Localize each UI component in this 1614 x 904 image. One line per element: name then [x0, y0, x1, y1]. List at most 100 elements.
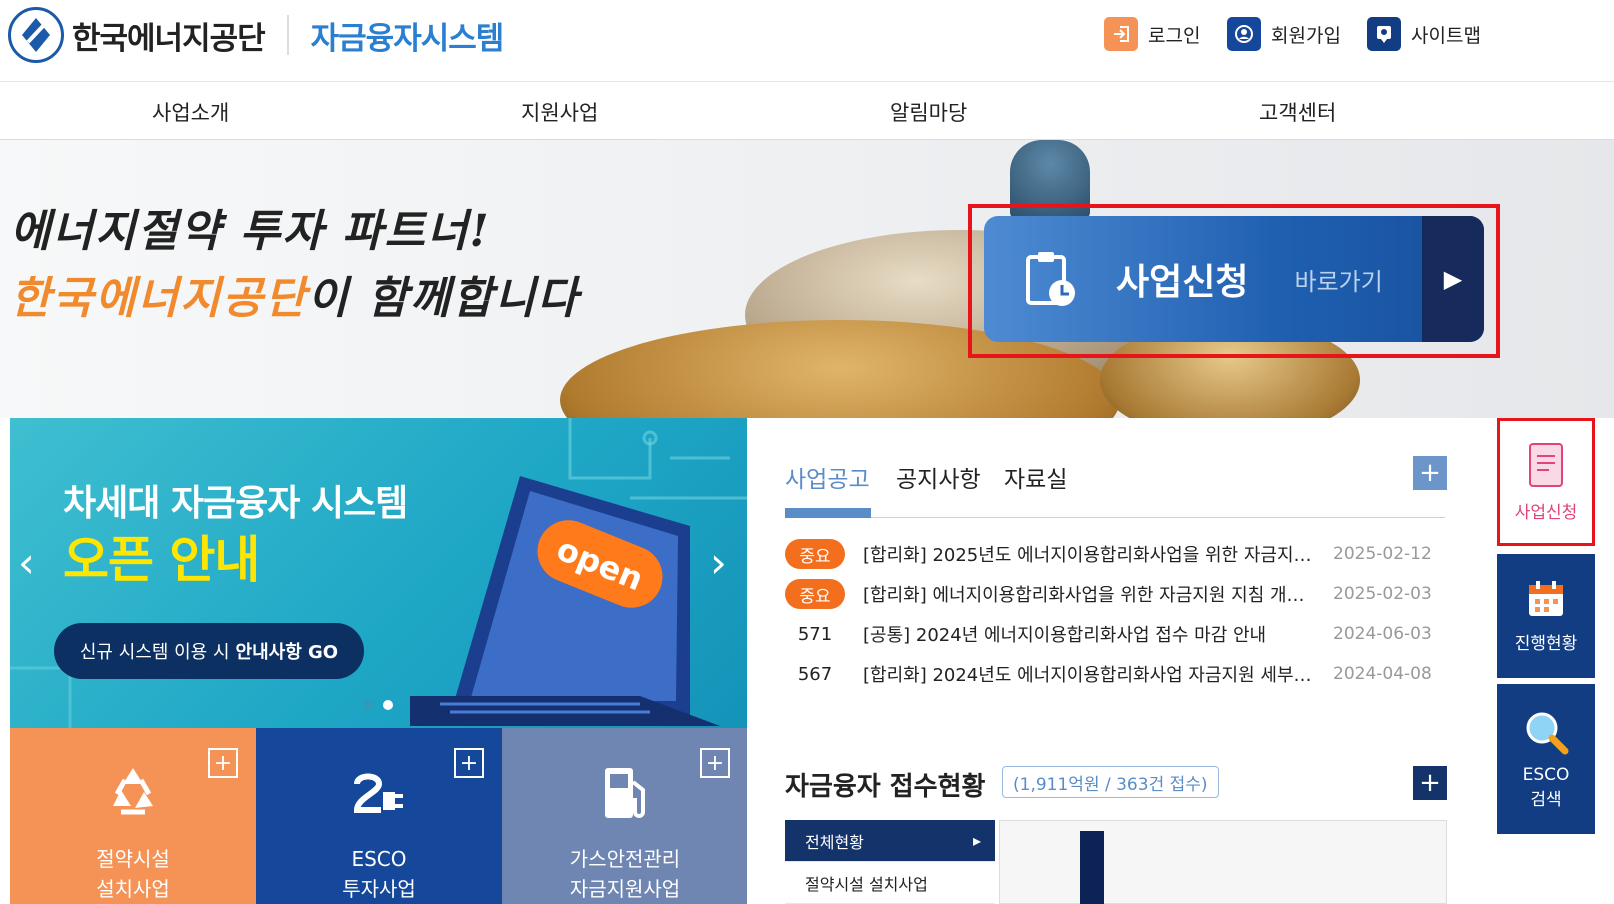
user-icon [1227, 17, 1261, 51]
section-title: 자금융자 접수현황 [785, 772, 986, 802]
nav-item-notice[interactable]: 알림마당 [890, 97, 967, 127]
arrow-right-icon: ▶ [1422, 216, 1484, 342]
tile-label: ESCO 투자사업 [256, 844, 502, 904]
nav-item-business-intro[interactable]: 사업소개 [152, 97, 229, 127]
stats-more-button[interactable]: + [1413, 766, 1447, 800]
list-item[interactable]: 중요 [합리화] 에너지이용합리화사업을 위한 자금지원 지침 개정 안내 20… [785, 576, 1445, 612]
tab-resources[interactable]: 자료실 [1004, 460, 1067, 494]
laptop-illustration [410, 476, 720, 726]
loan-status-section: 자금융자 접수현황 (1,911억원 / 363건 접수) + 전체현황 ▸ 절… [747, 728, 1484, 904]
sitemap-link[interactable]: 사이트맵 [1367, 17, 1481, 51]
tile-label-line2: 설치사업 [96, 877, 170, 901]
nav-item-customer-center[interactable]: 고객센터 [1259, 97, 1336, 127]
chart-bar [1080, 831, 1104, 904]
quick-esco-search-button[interactable]: ESCO 검색 [1497, 684, 1595, 834]
logo[interactable]: 한국에너지공단 자금융자시스템 [8, 7, 505, 63]
tile-esco-investment[interactable]: + ESCO 투자사업 [256, 728, 502, 904]
login-link[interactable]: 로그인 [1104, 17, 1200, 51]
summary-badge: (1,911억원 / 363건 접수) [1002, 766, 1219, 798]
tile-label-line1: ESCO [351, 847, 407, 871]
plus-icon[interactable]: + [700, 748, 730, 778]
stats-menu-item-saving-facility[interactable]: 절약시설 설치사업 [785, 862, 995, 904]
map-pin-icon [1367, 17, 1401, 51]
calendar-icon [1529, 580, 1563, 616]
document-icon [1529, 442, 1563, 487]
hero-slogan-accent: 한국에너지공단 [10, 273, 308, 324]
join-label: 회원가입 [1271, 24, 1341, 47]
header: 한국에너지공단 자금융자시스템 로그인 회원가입 사이트맵 [0, 0, 1614, 82]
list-item[interactable]: 중요 [합리화] 2025년도 에너지이용합리화사업을 위한 자금지원 지침 공… [785, 536, 1445, 572]
quick-progress-label: 진행현황 [1514, 633, 1578, 654]
caret-right-icon: ▸ [972, 831, 981, 850]
plus-icon[interactable]: + [208, 748, 238, 778]
quick-esco-label2: 검색 [1530, 789, 1562, 810]
tab-business-announcement[interactable]: 사업공고 [785, 460, 870, 494]
notice-date: 2025-02-03 [1333, 584, 1432, 604]
join-link[interactable]: 회원가입 [1227, 17, 1341, 51]
banner-pagination [363, 700, 403, 710]
gas-pump-icon [605, 768, 645, 818]
notice-title[interactable]: [합리화] 2025년도 에너지이용합리화사업을 위한 자금지원 지침 공고 [863, 541, 1315, 567]
banner-dot-active[interactable] [383, 700, 393, 710]
banner-next-icon[interactable]: › [710, 538, 727, 587]
tile-gas-safety[interactable]: + 가스안전관리 자금지원사업 [502, 728, 748, 904]
hero-slogan-line1: 에너지절약 투자 파트너! [10, 206, 491, 257]
notice-board: 사업공고 공지사항 자료실 + 중요 [합리화] 2025년도 에너지이용합리화… [747, 418, 1484, 728]
login-label: 로그인 [1148, 24, 1201, 47]
stats-menu-label: 전체현황 [805, 832, 864, 852]
tile-label: 가스안전관리 자금지원사업 [502, 844, 748, 904]
notice-date: 2024-06-03 [1333, 624, 1432, 644]
important-badge: 중요 [785, 579, 845, 609]
tile-label-line1: 가스안전관리 [569, 847, 681, 871]
plus-icon[interactable]: + [454, 748, 484, 778]
notice-title[interactable]: [합리화] 2024년도 에너지이용합리화사업 자금지원 세부 안내 [863, 661, 1315, 687]
notice-number: 567 [797, 663, 833, 685]
quick-apply-button[interactable]: 사업신청 [1497, 418, 1595, 546]
org-name: 한국에너지공단 [72, 20, 266, 57]
notice-banner[interactable]: 차세대 자금융자 시스템 오픈 안내 신규 시스템 이용 시 안내사항 GO op… [10, 418, 747, 728]
tile-label: 절약시설 설치사업 [10, 844, 256, 904]
tile-label-line1: 절약시설 [96, 847, 170, 871]
quick-apply-label: 사업신청 [1514, 502, 1578, 523]
banner-go-bold: 안내사항 GO [235, 642, 339, 663]
nav-item-support-business[interactable]: 지원사업 [521, 97, 598, 127]
banner-go-button[interactable]: 신규 시스템 이용 시 안내사항 GO [54, 623, 364, 679]
stats-menu: 전체현황 ▸ 절약시설 설치사업 [785, 820, 995, 904]
tile-label-line2: 자금지원사업 [569, 877, 681, 901]
list-item[interactable]: 567 [합리화] 2024년도 에너지이용합리화사업 자금지원 세부 안내 2… [785, 656, 1445, 692]
tile-label-line2: 투자사업 [342, 877, 416, 901]
sitemap-label: 사이트맵 [1411, 24, 1481, 47]
banner-go-text: 신규 시스템 이용 시 [79, 642, 230, 663]
quick-esco-label1: ESCO [1522, 764, 1570, 785]
stats-menu-item-total[interactable]: 전체현황 ▸ [785, 820, 995, 862]
list-item[interactable]: 571 [공통] 2024년 에너지이용합리화사업 접수 마감 안내 2024-… [785, 616, 1445, 652]
hero-slogan-rest: 이 함께합니다 [307, 273, 580, 324]
notice-number: 571 [797, 623, 833, 645]
notice-title[interactable]: [합리화] 에너지이용합리화사업을 위한 자금지원 지침 개정 안내 [863, 581, 1315, 607]
banner-title: 차세대 자금융자 시스템 [63, 483, 408, 524]
search-icon [1526, 712, 1569, 754]
active-tab-indicator [785, 508, 871, 518]
status-chart [999, 820, 1447, 904]
apply-title: 사업신청 [1116, 262, 1249, 303]
kea-logo-icon [8, 7, 64, 63]
tile-saving-facility[interactable]: + 절약시설 설치사업 [10, 728, 256, 904]
board-tabs: 사업공고 공지사항 자료실 [785, 460, 1445, 518]
quick-progress-button[interactable]: 진행현황 [1497, 554, 1595, 678]
banner-highlight: 오픈 안내 [63, 531, 260, 589]
system-name: 자금융자시스템 [310, 20, 505, 57]
banner-prev-icon[interactable]: ‹ [18, 538, 35, 587]
hero-slogan-line2: 한국에너지공단이 함께합니다 [10, 262, 580, 326]
board-more-button[interactable]: + [1413, 456, 1447, 490]
clipboard-clock-icon [1026, 252, 1075, 306]
important-badge: 중요 [785, 539, 845, 569]
notice-date: 2025-02-12 [1333, 544, 1432, 564]
apply-shortcut-button[interactable]: 사업신청 바로가기 ▶ [984, 216, 1484, 342]
recycle-icon [113, 768, 153, 815]
login-icon [1104, 17, 1138, 51]
logo-divider [286, 15, 289, 55]
notice-date: 2024-04-08 [1333, 664, 1432, 684]
notice-title[interactable]: [공통] 2024년 에너지이용합리화사업 접수 마감 안내 [863, 621, 1315, 647]
tab-notice[interactable]: 공지사항 [896, 460, 981, 494]
banner-dot[interactable] [363, 700, 373, 710]
